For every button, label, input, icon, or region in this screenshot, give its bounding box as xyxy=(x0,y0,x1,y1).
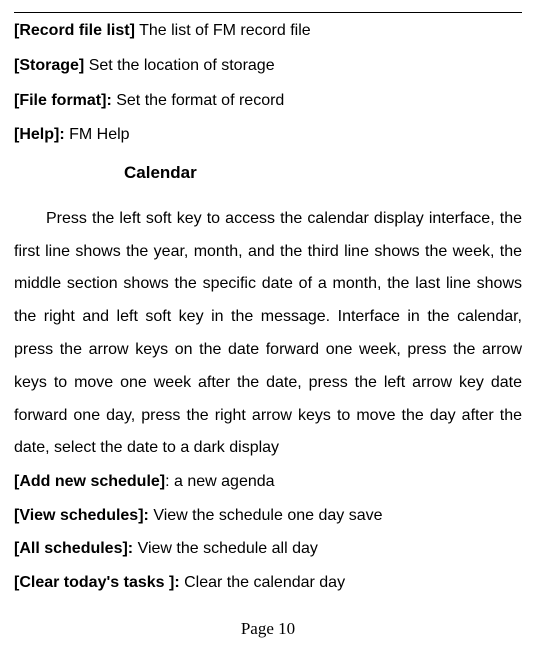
item-label: [All schedules]: xyxy=(14,540,133,557)
item-desc: The list of FM record file xyxy=(139,22,311,39)
item-desc: Set the format of record xyxy=(116,92,284,109)
body-paragraph: Press the left soft key to access the ca… xyxy=(14,203,522,465)
item-label: [Add new schedule] xyxy=(14,473,165,490)
item-desc: View the schedule one day save xyxy=(153,507,382,524)
item-label: [Record file list] xyxy=(14,22,135,39)
item-desc: Clear the calendar day xyxy=(184,574,345,591)
page-number: Page 10 xyxy=(14,614,522,645)
list-item: [Storage] Set the location of storage xyxy=(14,52,522,81)
list-item: [Clear today's tasks ]: Clear the calend… xyxy=(14,568,522,598)
list-item: [Add new schedule]: a new agenda xyxy=(14,467,522,497)
item-desc: FM Help xyxy=(69,126,129,143)
list-item: [All schedules]: View the schedule all d… xyxy=(14,534,522,564)
item-label: [Storage] xyxy=(14,57,84,74)
item-desc: Set the location of storage xyxy=(89,57,275,74)
top-item-list: [Record file list] The list of FM record… xyxy=(14,17,522,150)
horizontal-rule xyxy=(14,12,522,13)
item-desc: a new agenda xyxy=(174,473,275,490)
list-item: [Help]: FM Help xyxy=(14,121,522,150)
item-label: [File format]: xyxy=(14,92,112,109)
item-label: [Clear today's tasks ]: xyxy=(14,574,180,591)
item-desc: View the schedule all day xyxy=(138,540,318,557)
item-sep: : xyxy=(165,473,174,490)
list-item: [Record file list] The list of FM record… xyxy=(14,17,522,46)
section-heading: Calendar xyxy=(124,158,522,189)
item-label: [View schedules]: xyxy=(14,507,149,524)
list-item: [File format]: Set the format of record xyxy=(14,87,522,116)
item-label: [Help]: xyxy=(14,126,65,143)
bottom-item-list: [Add new schedule]: a new agenda [View s… xyxy=(14,467,522,597)
list-item: [View schedules]: View the schedule one … xyxy=(14,501,522,531)
